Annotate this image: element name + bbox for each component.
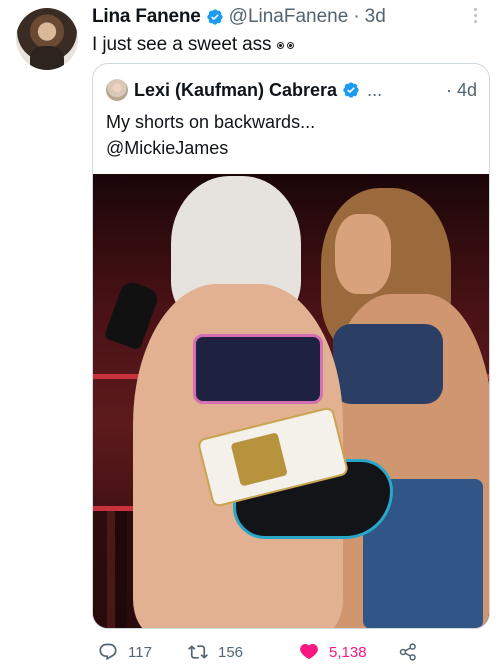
reply-button[interactable]: 117 bbox=[98, 639, 152, 665]
tweet[interactable]: Lina Fanene @LinaFanene · 3d I just see … bbox=[0, 0, 500, 671]
tweet-text-content: I just see a sweet ass bbox=[92, 34, 272, 55]
tweet-actions: 117 156 5,138 bbox=[92, 639, 490, 665]
like-button[interactable]: 5,138 bbox=[299, 639, 367, 665]
heart-icon bbox=[300, 644, 318, 659]
reply-icon bbox=[99, 643, 117, 661]
tweet-header: Lina Fanene @LinaFanene · 3d bbox=[92, 5, 470, 29]
separator-dot: · bbox=[353, 6, 360, 27]
more-options-icon[interactable] bbox=[474, 8, 478, 24]
verified-badge-icon bbox=[206, 9, 223, 25]
quoted-name-ellipsis: ... bbox=[367, 79, 383, 100]
quoted-author-avatar bbox=[106, 79, 128, 101]
quoted-author-name: Lexi (Kaufman) Cabrera bbox=[134, 79, 338, 100]
photo-figure-right-top bbox=[333, 324, 443, 404]
photo-figure-left-top bbox=[193, 334, 323, 404]
quoted-mention-link[interactable]: @MickieJames bbox=[106, 135, 315, 161]
quoted-tweet[interactable]: Lexi (Kaufman) Cabrera ... · 4d My short… bbox=[92, 63, 490, 629]
retweet-icon bbox=[188, 645, 208, 659]
like-count: 5,138 bbox=[329, 643, 367, 661]
tweet-time[interactable]: 3d bbox=[365, 6, 386, 28]
author-handle[interactable]: @LinaFanene bbox=[229, 6, 349, 28]
retweet-count: 156 bbox=[218, 643, 244, 661]
reply-count: 117 bbox=[128, 643, 152, 661]
quoted-tweet-photo[interactable] bbox=[93, 174, 489, 628]
avatar-figure bbox=[30, 46, 64, 70]
tweet-text: I just see a sweet ass bbox=[92, 34, 295, 56]
retweet-button[interactable]: 156 bbox=[188, 639, 243, 665]
share-button[interactable] bbox=[398, 639, 428, 665]
share-icon bbox=[399, 643, 416, 661]
eyes-emoji-icon bbox=[277, 41, 295, 49]
photo-figure-right-face bbox=[335, 214, 391, 294]
quoted-tweet-text: My shorts on backwards... @MickieJames bbox=[106, 109, 315, 161]
author-name[interactable]: Lina Fanene bbox=[92, 6, 201, 28]
quoted-text-line: My shorts on backwards... bbox=[106, 112, 316, 132]
quoted-tweet-time: · 4d bbox=[445, 79, 477, 100]
quoted-tweet-header: Lexi (Kaufman) Cabrera ... · 4d bbox=[106, 79, 477, 101]
verified-badge-icon bbox=[343, 82, 359, 98]
author-avatar[interactable] bbox=[16, 8, 78, 70]
